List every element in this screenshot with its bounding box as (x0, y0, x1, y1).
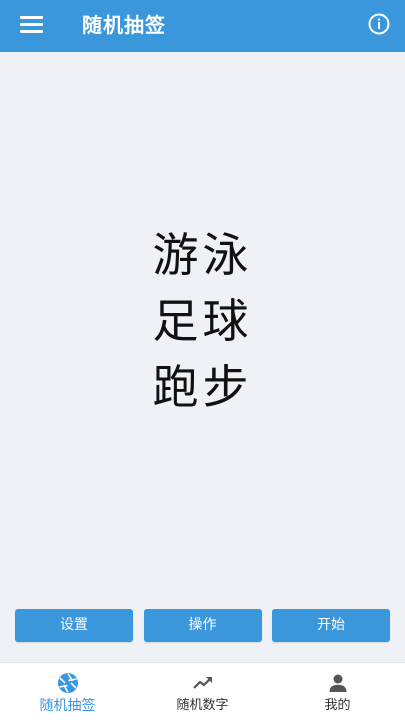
nav-item-random-number[interactable]: 随机数字 (135, 663, 270, 720)
menu-icon[interactable] (20, 14, 43, 34)
aperture-icon (57, 672, 79, 694)
draw-result-item: 足球 (152, 294, 253, 348)
bottom-navigation: 随机抽签 随机数字 我的 (0, 662, 405, 720)
start-button[interactable]: 开始 (272, 609, 390, 642)
nav-item-label: 随机抽签 (39, 698, 96, 714)
nav-item-label: 我的 (324, 698, 351, 713)
operate-button[interactable]: 操作 (143, 609, 262, 642)
draw-result-list: 游泳 足球 跑步 (0, 222, 405, 420)
app-bar: 随机抽签 (0, 0, 405, 52)
nav-item-random-draw[interactable]: 随机抽签 (0, 663, 135, 720)
nav-item-label: 随机数字 (176, 698, 229, 713)
main-content: 游泳 足球 跑步 设置 操作 开始 (0, 52, 405, 662)
page-title: 随机抽签 (82, 13, 166, 37)
action-button-row: 设置 操作 开始 (15, 609, 390, 642)
person-icon (327, 672, 349, 694)
draw-result-item: 游泳 (152, 228, 253, 282)
info-icon[interactable] (368, 13, 390, 35)
settings-button[interactable]: 设置 (15, 609, 133, 642)
nav-item-mine[interactable]: 我的 (270, 663, 405, 720)
draw-result-item: 跑步 (152, 360, 253, 414)
trend-icon (192, 672, 214, 694)
